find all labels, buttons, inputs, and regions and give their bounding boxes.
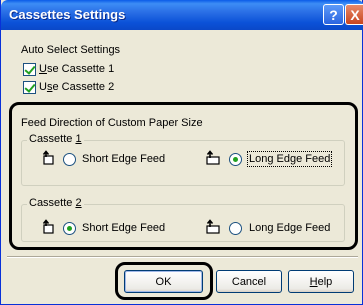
use-cassette-2-label[interactable]: Use Cassette 2 [39, 81, 114, 93]
short-edge-feed-icon [42, 219, 54, 234]
use-cassette-2-checkbox[interactable] [23, 81, 36, 94]
help-button[interactable]: Help [288, 270, 354, 293]
cassette-2-long-edge-label[interactable]: Long Edge Feed [249, 222, 330, 234]
auto-select-label: Auto Select Settings [21, 44, 121, 56]
long-edge-feed-icon [206, 219, 220, 234]
cassette-2-short-edge-label[interactable]: Short Edge Feed [82, 222, 165, 234]
cassettes-settings-dialog: Cassettes Settings ? X Auto Select Setti… [0, 0, 363, 305]
short-edge-feed-icon [42, 150, 54, 165]
cassette-1-long-edge-label[interactable]: Long Edge Feed [246, 151, 333, 167]
close-icon: X [350, 6, 360, 23]
dialog-title: Cassettes Settings [9, 7, 126, 22]
question-icon: ? [329, 6, 338, 23]
ok-button[interactable]: OK [124, 270, 203, 293]
close-button[interactable]: X [345, 4, 363, 25]
cassette-1-legend: Cassette 1 [27, 133, 84, 145]
ok-button-label: OK [155, 275, 172, 288]
cassette-1-long-edge-radio[interactable] [229, 153, 242, 166]
cancel-button-label: Cancel [231, 275, 267, 288]
help-button-label: Help [309, 275, 333, 288]
use-cassette-1-label[interactable]: Use Cassette 1 [39, 63, 114, 75]
long-edge-feed-icon [206, 150, 220, 165]
title-bar[interactable]: Cassettes Settings ? X [1, 0, 363, 30]
help-title-button[interactable]: ? [323, 4, 344, 25]
cassette-1-short-edge-radio[interactable] [63, 153, 76, 166]
cassette-2-short-edge-radio[interactable] [63, 222, 76, 235]
cassette-1-short-edge-label[interactable]: Short Edge Feed [82, 153, 165, 165]
cassette-2-legend: Cassette 2 [27, 197, 84, 209]
button-separator [7, 256, 358, 258]
cancel-button[interactable]: Cancel [216, 270, 282, 293]
cassette-2-long-edge-radio[interactable] [229, 222, 242, 235]
feed-direction-label: Feed Direction of Custom Paper Size [21, 117, 203, 129]
use-cassette-1-checkbox[interactable] [23, 63, 36, 76]
